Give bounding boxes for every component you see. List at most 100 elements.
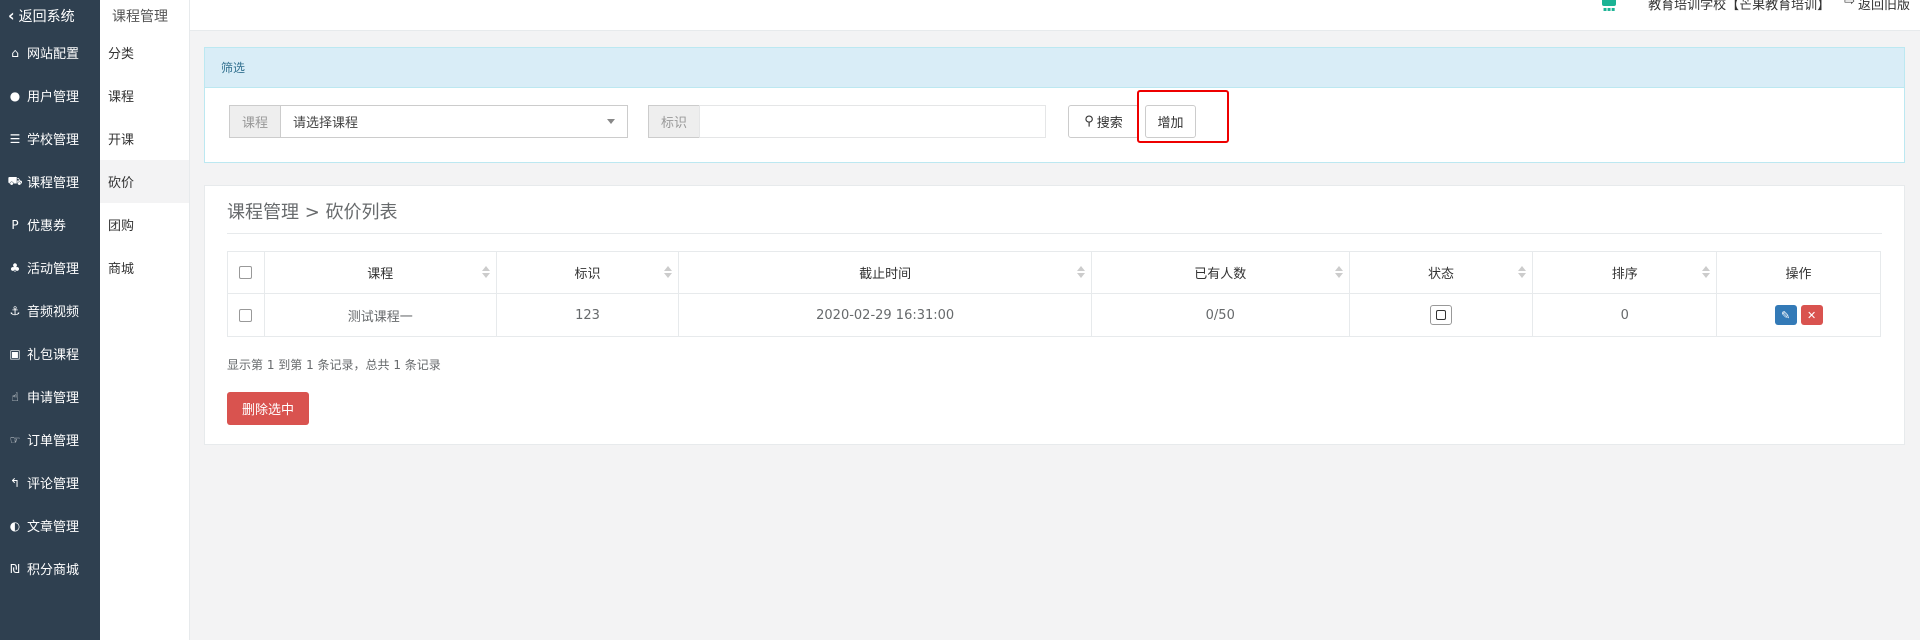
column-header-4[interactable]: 状态 (1348, 251, 1534, 294)
add-button-highlight (1137, 90, 1229, 143)
tag-filter-group: 标识 (648, 105, 1047, 138)
server-icon: ☰ (9, 131, 21, 146)
school-logo-icon: ▪▪▪ (1598, 0, 1620, 16)
school-name[interactable]: 教育培训学校【芒果教育培训】 (1648, 0, 1830, 13)
edit-button[interactable]: ✎ (1774, 305, 1797, 325)
sub-item-3[interactable]: 砍价 (100, 160, 189, 203)
column-header-label: 课程 (367, 267, 394, 282)
main-content: 筛选 课程 请选择课程 标识 ⚲ 搜索 增加 课程管理 > 砍价列表 课程 标识… (190, 31, 1920, 640)
home-icon: ⌂ (11, 45, 19, 60)
record-info: 显示第 1 到第 1 条记录，总共 1 条记录 (227, 358, 441, 372)
chevron-left-icon: ‹ (8, 6, 15, 25)
exit-old-version-link[interactable]: ⇨ 返回旧版 (1844, 0, 1910, 13)
sub-item-0[interactable]: 分类 (100, 31, 189, 74)
status-toggle[interactable] (1429, 305, 1452, 325)
sort-icon (1702, 266, 1711, 278)
users-icon: ♣ (9, 260, 21, 275)
list-panel: 课程管理 > 砍价列表 课程 标识 截止时间 已有人数 状态 排序 操作 测试课程一 123 2… (204, 185, 1905, 445)
sidebar-item-5[interactable]: ♣ 活动管理 (0, 246, 100, 289)
column-header-label: 排序 (1611, 267, 1638, 282)
back-to-system-button[interactable]: ‹ 返回系统 (0, 0, 100, 31)
edit-icon: ✎ (1780, 308, 1791, 322)
sort-icon (1518, 266, 1527, 278)
sub-item-1[interactable]: 课程 (100, 74, 189, 117)
sidebar-item-9[interactable]: ☞ 订单管理 (0, 418, 100, 461)
search-icon: ⚲ (1084, 114, 1094, 129)
top-bar: ▪▪▪ 教育培训学校【芒果教育培训】 ⇨ 返回旧版 (190, 0, 1920, 31)
cell-tag: 123 (495, 293, 680, 337)
sort-icon (481, 266, 490, 278)
row-checkbox[interactable] (239, 308, 253, 322)
thumbs-up-icon: ☞ (9, 432, 21, 447)
table-row: 测试课程一 123 2020-02-29 16:31:00 0/50 0 ✎ ✕ (227, 293, 1881, 337)
cell-course: 测试课程一 (263, 293, 497, 337)
column-header-label: 已有人数 (1194, 267, 1247, 282)
column-header-5[interactable]: 排序 (1532, 251, 1718, 294)
sub-item-4[interactable]: 团购 (100, 203, 189, 246)
sidebar-item-label: 礼包课程 (27, 348, 80, 363)
close-icon: ✕ (1806, 308, 1817, 322)
cart-icon: ⛟ (7, 173, 23, 188)
sign-out-icon: ⇨ (1844, 0, 1855, 9)
column-header-label: 截止时间 (859, 267, 912, 282)
hand-pointer-icon: ☝ (11, 389, 19, 404)
select-all-header (227, 251, 265, 294)
sidebar-item-label: 音频视频 (27, 305, 80, 320)
sub-sidebar-title: 课程管理 (112, 8, 168, 25)
sidebar-item-7[interactable]: ▣ 礼包课程 (0, 332, 100, 375)
sidebar-item-1[interactable]: ● 用户管理 (0, 74, 100, 117)
main-sidebar: ‹ 返回系统 ⌂ 网站配置 ● 用户管理 ☰ 学校管理 ⛟ 课程管理 P 优惠券 ♣ 活动管理 ⚓ 音频视… (0, 0, 100, 640)
column-header-label: 操作 (1785, 267, 1812, 282)
sidebar-item-label: 课程管理 (27, 176, 80, 191)
cell-actions: ✎ ✕ (1716, 293, 1881, 337)
ticket-icon: P (11, 217, 19, 232)
gift-icon: ▣ (9, 346, 21, 361)
sidebar-item-label: 订单管理 (27, 434, 80, 449)
sub-item-2[interactable]: 开课 (100, 117, 189, 160)
delete-button[interactable]: ✕ (1800, 305, 1823, 325)
delete-selected-button[interactable]: 删除选中 (227, 392, 309, 425)
select-all-checkbox[interactable] (239, 266, 253, 279)
sidebar-item-label: 申请管理 (27, 391, 80, 406)
user-icon: ● (9, 88, 21, 103)
cell-sort: 0 (1532, 293, 1718, 337)
sidebar-item-0[interactable]: ⌂ 网站配置 (0, 31, 100, 74)
filter-title: 筛选 (205, 48, 1904, 88)
course-select[interactable]: 请选择课程 (280, 105, 629, 138)
reply-icon: ↰ (9, 475, 21, 490)
sort-icon (1076, 266, 1085, 278)
column-header-3[interactable]: 已有人数 (1090, 251, 1350, 294)
course-select-value: 请选择课程 (293, 116, 359, 131)
sidebar-item-label: 活动管理 (27, 262, 80, 277)
sidebar-item-3[interactable]: ⛟ 课程管理 (0, 160, 100, 203)
row-checkbox-cell (227, 293, 265, 337)
search-label: 搜索 (1096, 116, 1123, 131)
breadcrumb: 课程管理 > 砍价列表 (227, 202, 398, 223)
bargain-table: 课程 标识 截止时间 已有人数 状态 排序 操作 测试课程一 123 2020-02-29 16… (227, 251, 1881, 337)
cell-deadline: 2020-02-29 16:31:00 (678, 293, 1092, 337)
sidebar-item-label: 评论管理 (27, 477, 80, 492)
sidebar-item-label: 文章管理 (27, 520, 80, 535)
sidebar-item-4[interactable]: P 优惠券 (0, 203, 100, 246)
column-header-0[interactable]: 课程 (263, 251, 497, 294)
sidebar-item-label: 积分商城 (27, 563, 80, 578)
sidebar-item-8[interactable]: ☝ 申请管理 (0, 375, 100, 418)
sidebar-item-2[interactable]: ☰ 学校管理 (0, 117, 100, 160)
back-label: 返回系统 (18, 8, 75, 25)
tag-input[interactable] (699, 105, 1047, 138)
course-filter-group: 课程 请选择课程 (229, 105, 629, 138)
sidebar-item-12[interactable]: ₪ 积分商城 (0, 547, 100, 590)
column-header-1[interactable]: 标识 (495, 251, 680, 294)
sub-sidebar: 课程管理 分类 课程 开课 砍价 团购 商城 (100, 0, 190, 640)
search-button[interactable]: ⚲ 搜索 (1068, 105, 1139, 138)
sidebar-item-11[interactable]: ◐ 文章管理 (0, 504, 100, 547)
column-header-2[interactable]: 截止时间 (678, 251, 1092, 294)
adjust-icon: ◐ (9, 518, 21, 533)
column-header-label: 状态 (1427, 267, 1454, 282)
sub-item-5[interactable]: 商城 (100, 246, 189, 289)
ils-icon: ₪ (10, 561, 20, 576)
sidebar-item-6[interactable]: ⚓ 音频视频 (0, 289, 100, 332)
column-header-label: 标识 (574, 267, 601, 282)
sidebar-item-10[interactable]: ↰ 评论管理 (0, 461, 100, 504)
sort-icon (664, 266, 673, 278)
